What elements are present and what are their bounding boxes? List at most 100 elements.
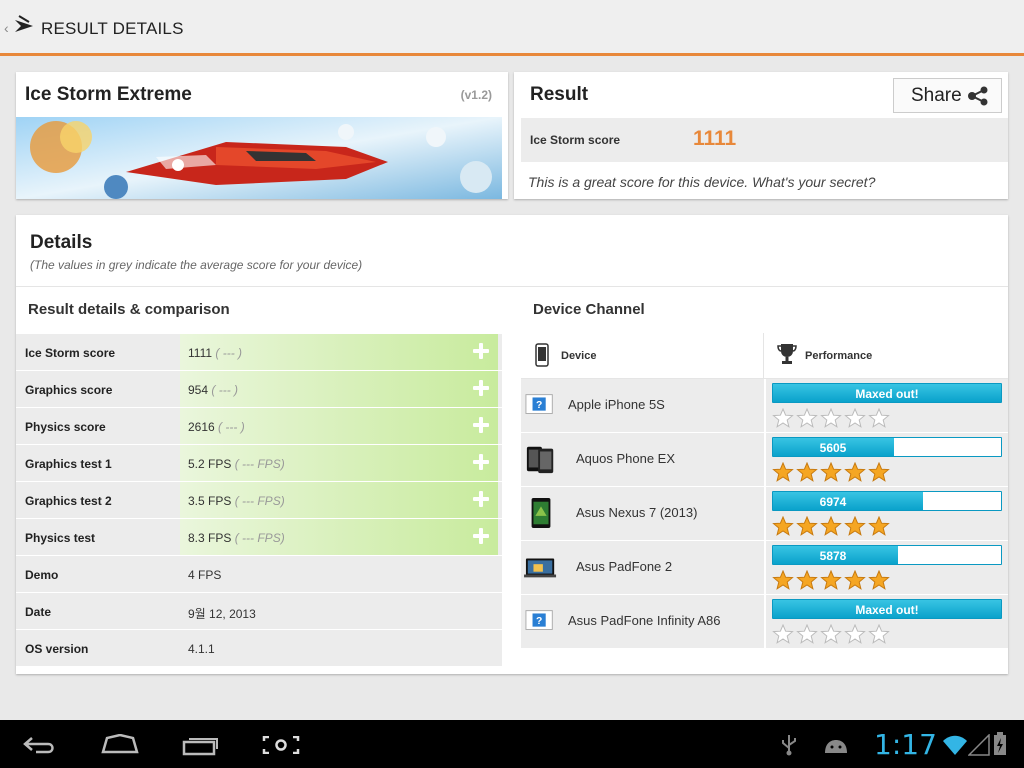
action-bar: ‹ RESULT DETAILS: [0, 0, 1024, 56]
performance-bar: 5878: [772, 545, 1002, 565]
share-icon: [968, 86, 988, 106]
device-thumbnail-icon: [531, 497, 551, 529]
performance-bar-label: 5878: [819, 549, 847, 563]
expand-plus-icon[interactable]: [472, 453, 490, 471]
system-nav-bar: 1:17: [0, 720, 1024, 768]
row-label: OS version: [25, 642, 89, 656]
row-value-cell: 2616 ( --- ): [180, 408, 498, 444]
device-thumbnail-icon: [524, 558, 557, 578]
result-message: This is a great score for this device. W…: [528, 174, 876, 190]
device-cell: Asus Nexus 7 (2013): [521, 487, 764, 540]
table-row[interactable]: Physics score 2616 ( --- ): [16, 407, 502, 444]
row-value-cell: 3.5 FPS ( --- FPS): [180, 482, 498, 518]
performance-cell: 5605: [766, 433, 1008, 486]
star-empty-icon: [868, 623, 890, 644]
device-name: Aquos Phone EX: [576, 451, 676, 466]
table-row[interactable]: Ice Storm score 1111 ( --- ): [16, 333, 502, 370]
performance-bar-label: 5605: [819, 441, 847, 455]
performance-bar: Maxed out!: [772, 383, 1002, 403]
device-cell: ? Apple iPhone 5S: [521, 379, 764, 432]
device-row[interactable]: Asus PadFone 2 5878: [521, 541, 1008, 595]
row-value: 3.5 FPS ( --- FPS): [188, 494, 285, 508]
star-empty-icon: [844, 623, 866, 644]
table-row[interactable]: Physics test 8.3 FPS ( --- FPS): [16, 518, 502, 555]
star-rating: [772, 569, 892, 590]
row-label: Physics test: [25, 531, 96, 545]
unknown-device-icon: ?: [525, 394, 553, 414]
share-button[interactable]: Share: [893, 78, 1002, 113]
status-clock: 1:17: [874, 728, 937, 761]
performance-cell: Maxed out!: [766, 379, 1008, 432]
table-row: OS version 4.1.1: [16, 629, 502, 666]
device-row[interactable]: Asus Nexus 7 (2013) 6974: [521, 487, 1008, 541]
row-value: 4 FPS: [188, 568, 222, 582]
star-filled-icon: [796, 569, 818, 590]
row-value-cell: 8.3 FPS ( --- FPS): [180, 519, 498, 555]
device-channel-heading: Device Channel: [533, 301, 645, 318]
star-filled-icon: [772, 515, 794, 536]
row-value: 9월 12, 2013: [188, 607, 256, 621]
star-empty-icon: [820, 623, 842, 644]
comparison-heading: Result details & comparison: [28, 301, 230, 318]
performance-bar: Maxed out!: [772, 599, 1002, 619]
star-empty-icon: [772, 623, 794, 644]
star-empty-icon: [820, 407, 842, 428]
row-value: 1111 ( --- ): [188, 346, 243, 360]
result-card: Result Share Ice Storm score 1111 This i…: [514, 72, 1008, 199]
device-name: Asus PadFone 2: [576, 559, 673, 574]
performance-bar-label: Maxed out!: [855, 603, 919, 617]
table-row: Demo 4 FPS: [16, 555, 502, 592]
details-card: Details (The values in grey indicate the…: [16, 215, 1008, 674]
screenshot-icon[interactable]: [262, 736, 300, 754]
row-value: 2616 ( --- ): [188, 420, 245, 434]
android-debug-icon: [825, 740, 847, 753]
device-cell: ? Asus PadFone Infinity A86: [521, 595, 764, 648]
device-row[interactable]: ? Asus PadFone Infinity A86 Maxed out!: [521, 595, 1008, 649]
expand-plus-icon[interactable]: [472, 379, 490, 397]
expand-plus-icon[interactable]: [472, 490, 490, 508]
row-value: 4.1.1: [188, 642, 215, 656]
star-empty-icon: [796, 407, 818, 428]
details-subtitle: (The values in grey indicate the average…: [30, 258, 363, 272]
3dmark-logo-icon[interactable]: [13, 14, 35, 36]
device-row[interactable]: ? Apple iPhone 5S Maxed out!: [521, 379, 1008, 433]
test-card: Ice Storm Extreme (v1.2): [16, 72, 508, 199]
star-filled-icon: [868, 461, 890, 482]
table-row[interactable]: Graphics test 1 5.2 FPS ( --- FPS): [16, 444, 502, 481]
device-column-header: [521, 333, 764, 379]
device-table-header: Device Performance: [521, 333, 1008, 379]
page-title: RESULT DETAILS: [41, 19, 184, 38]
usb-icon: [782, 735, 796, 756]
row-label: Graphics score: [25, 383, 113, 397]
device-row[interactable]: Aquos Phone EX 5605: [521, 433, 1008, 487]
up-caret-icon[interactable]: ‹: [4, 20, 9, 36]
test-version: (v1.2): [460, 88, 492, 102]
phone-icon: [535, 343, 549, 367]
device-channel-table: Device Performance ? Apple iPhone 5S Maxed…: [521, 333, 1008, 649]
table-row[interactable]: Graphics test 2 3.5 FPS ( --- FPS): [16, 481, 502, 518]
expand-plus-icon[interactable]: [472, 527, 490, 545]
device-thumbnail-icon: [526, 446, 554, 474]
unknown-device-icon: ?: [525, 610, 553, 630]
expand-plus-icon[interactable]: [472, 342, 490, 360]
star-empty-icon: [844, 407, 866, 428]
row-value-cell: 954 ( --- ): [180, 371, 498, 407]
star-empty-icon: [772, 407, 794, 428]
row-value: 8.3 FPS ( --- FPS): [188, 531, 285, 545]
row-label: Graphics test 2: [25, 494, 112, 508]
result-details-table: Ice Storm score 1111 ( --- ) Graphics sc…: [16, 333, 502, 666]
score-label: Ice Storm score: [530, 133, 621, 147]
performance-cell: 6974: [766, 487, 1008, 540]
star-filled-icon: [820, 515, 842, 536]
back-icon[interactable]: [22, 736, 58, 754]
row-value-cell: 1111 ( --- ): [180, 334, 498, 370]
svg-text:?: ?: [536, 400, 542, 411]
device-name: Apple iPhone 5S: [568, 397, 665, 412]
table-row[interactable]: Graphics score 954 ( --- ): [16, 370, 502, 407]
recent-apps-icon[interactable]: [182, 734, 220, 756]
expand-plus-icon[interactable]: [472, 416, 490, 434]
wifi-icon: [943, 735, 967, 755]
home-icon[interactable]: [101, 734, 139, 754]
row-value-cell: 5.2 FPS ( --- FPS): [180, 445, 498, 481]
row-label: Demo: [25, 568, 59, 582]
